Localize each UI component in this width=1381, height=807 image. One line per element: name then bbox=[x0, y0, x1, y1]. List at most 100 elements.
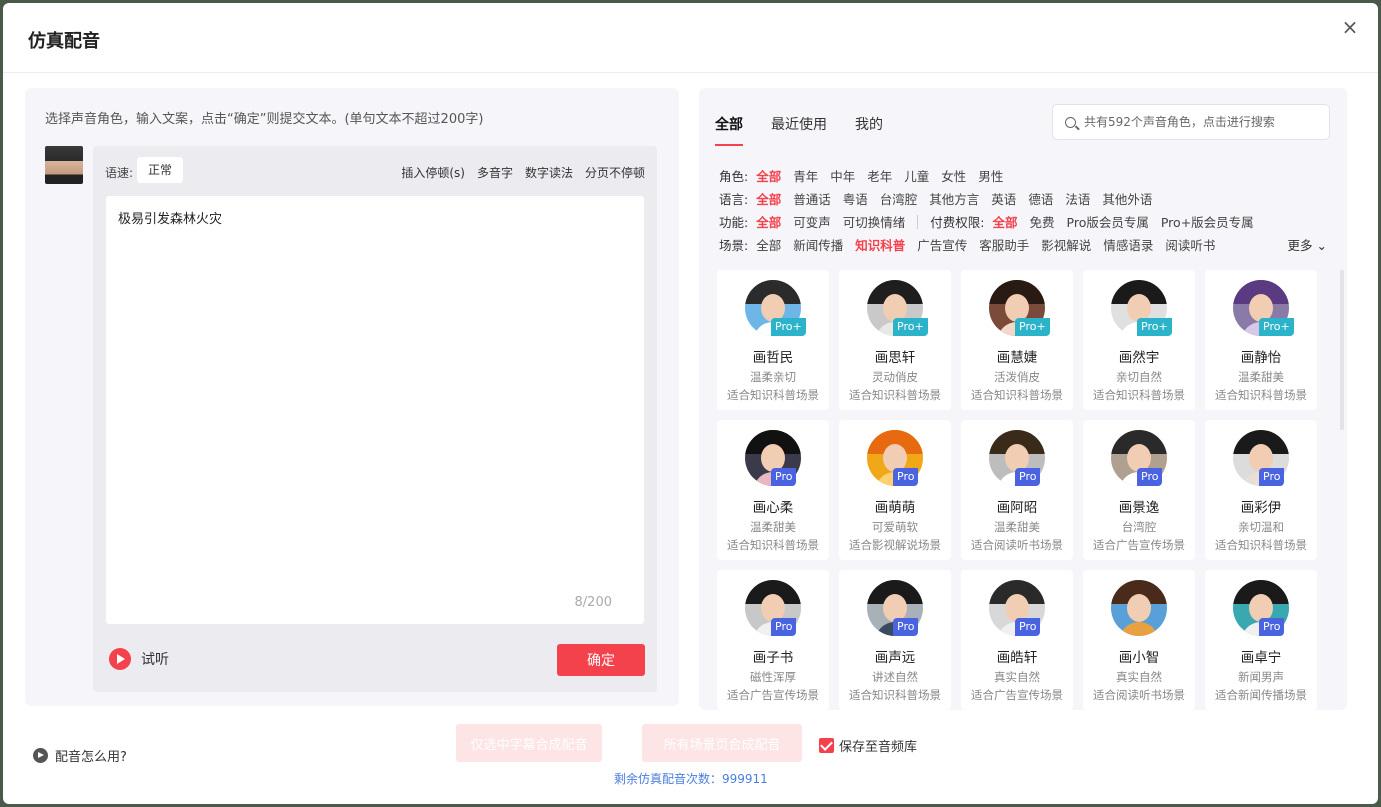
filter-option[interactable]: 粤语 bbox=[843, 189, 868, 208]
voice-card[interactable]: Pro 画卓宁 新闻男声 适合新闻传播场景 bbox=[1205, 570, 1317, 710]
voice-scene: 适合广告宣传场景 bbox=[727, 688, 819, 702]
filter-option[interactable]: 全部 bbox=[756, 235, 781, 254]
voice-card[interactable]: Pro 画皓轩 真实自然 适合广告宣传场景 bbox=[961, 570, 1073, 710]
voice-card[interactable]: Pro+ 画然宇 亲切自然 适合知识科普场景 bbox=[1083, 270, 1195, 410]
confirm-button[interactable]: 确定 bbox=[557, 644, 645, 676]
pro-badge: Pro bbox=[893, 468, 919, 486]
tab-mine[interactable]: 我的 bbox=[855, 114, 883, 146]
filter-option[interactable]: 台湾腔 bbox=[880, 189, 918, 208]
filter-option[interactable]: 其他方言 bbox=[929, 189, 979, 208]
voice-name: 画慧婕 bbox=[996, 350, 1038, 366]
filter-option[interactable]: 全部 bbox=[756, 212, 781, 231]
filter-label: 语言: bbox=[719, 192, 749, 207]
editor-box: 语速: 正常 插入停顿(s) 多音字 数字读法 分页不停顿 极易引发森林火灾 8… bbox=[93, 146, 657, 692]
filter-option[interactable]: 情感语录 bbox=[1103, 235, 1153, 254]
voice-style: 台湾腔 bbox=[1121, 520, 1157, 534]
chevron-down-icon: ⌄ bbox=[1316, 238, 1327, 253]
voice-name: 画子书 bbox=[752, 650, 794, 666]
voice-name: 画萌萌 bbox=[874, 500, 916, 516]
filter-option[interactable]: 广告宣传 bbox=[917, 235, 967, 254]
voice-card[interactable]: Pro 画声远 讲述自然 适合知识科普场景 bbox=[839, 570, 951, 710]
listen-button[interactable]: 试听 bbox=[109, 648, 169, 670]
help-link[interactable]: 配音怎么用? bbox=[33, 746, 127, 765]
pro-badge: Pro bbox=[1259, 618, 1285, 636]
avatar-body bbox=[1119, 622, 1159, 636]
filter-option[interactable]: 儿童 bbox=[904, 166, 929, 185]
voice-name: 画心柔 bbox=[752, 500, 794, 516]
tab-all[interactable]: 全部 bbox=[715, 114, 743, 146]
filter-option[interactable]: 客服助手 bbox=[979, 235, 1029, 254]
voice-style: 活泼俏皮 bbox=[994, 370, 1040, 384]
speaker-avatar[interactable] bbox=[45, 146, 83, 184]
filter-option[interactable]: 可变声 bbox=[793, 212, 831, 231]
insert-pause-button[interactable]: 插入停顿(s) bbox=[401, 164, 465, 181]
synthesize-selected-button[interactable]: 仅选中字幕合成配音 bbox=[456, 724, 602, 762]
voice-style: 真实自然 bbox=[994, 670, 1040, 684]
close-icon[interactable]: × bbox=[1338, 15, 1362, 39]
filter-row-scene: 场景: 全部 新闻传播 知识科普 广告宣传 客服助手 影视解说 情感语录 阅读听… bbox=[719, 233, 1331, 256]
voice-card[interactable]: Pro 画萌萌 可爱萌软 适合影视解说场景 bbox=[839, 420, 951, 560]
pro-badge: Pro bbox=[893, 618, 919, 636]
filter-option[interactable]: Pro+版会员专属 bbox=[1161, 212, 1254, 231]
filter-option[interactable]: 中年 bbox=[830, 166, 855, 185]
voice-card[interactable]: Pro+ 画慧婕 活泼俏皮 适合知识科普场景 bbox=[961, 270, 1073, 410]
no-page-pause-button[interactable]: 分页不停顿 bbox=[585, 164, 645, 181]
filter-option[interactable]: 男性 bbox=[978, 166, 1003, 185]
voice-style: 新闻男声 bbox=[1238, 670, 1284, 684]
voice-card[interactable]: Pro+ 画静怡 温柔甜美 适合知识科普场景 bbox=[1205, 270, 1317, 410]
number-reading-button[interactable]: 数字读法 bbox=[525, 164, 573, 181]
filter-option[interactable]: 全部 bbox=[756, 189, 781, 208]
voice-scene: 适合知识科普场景 bbox=[1215, 538, 1307, 552]
voice-card[interactable]: Pro 画子书 磁性浑厚 适合广告宣传场景 bbox=[717, 570, 829, 710]
filter-option[interactable]: Pro版会员专属 bbox=[1067, 212, 1149, 231]
pro-badge: Pro bbox=[1259, 468, 1285, 486]
voice-style: 温柔甜美 bbox=[1238, 370, 1284, 384]
filter-option[interactable]: 普通话 bbox=[793, 189, 831, 208]
save-label: 保存至音频库 bbox=[839, 740, 918, 755]
more-label: 更多 bbox=[1287, 238, 1313, 253]
filter-option[interactable]: 全部 bbox=[756, 166, 781, 185]
search-input[interactable] bbox=[1084, 115, 1324, 129]
more-filters-button[interactable]: 更多 ⌄ bbox=[1288, 235, 1327, 254]
voice-card[interactable]: Pro+ 画哲民 温柔亲切 适合知识科普场景 bbox=[717, 270, 829, 410]
filter-option[interactable]: 德语 bbox=[1028, 189, 1053, 208]
scrollbar[interactable] bbox=[1340, 270, 1344, 430]
voice-style: 讲述自然 bbox=[872, 670, 918, 684]
modal-header: 仿真配音 × bbox=[3, 3, 1378, 73]
remaining-count: 剩余仿真配音次数：999911 bbox=[614, 772, 768, 786]
filter-option[interactable]: 阅读听书 bbox=[1165, 235, 1215, 254]
filter-option[interactable]: 可切换情绪 bbox=[843, 212, 906, 231]
voice-card[interactable]: Pro 画景逸 台湾腔 适合广告宣传场景 bbox=[1083, 420, 1195, 560]
filter-option[interactable]: 知识科普 bbox=[855, 235, 905, 254]
voice-card[interactable]: Pro 画心柔 温柔甜美 适合知识科普场景 bbox=[717, 420, 829, 560]
voice-grid: Pro+ 画哲民 温柔亲切 适合知识科普场景 Pro+ 画思轩 灵动俏皮 适合知识科普场景 Pr… bbox=[717, 270, 1321, 710]
filter-option[interactable]: 全部 bbox=[992, 212, 1017, 231]
checkbox-checked-icon bbox=[819, 738, 834, 753]
filter-option[interactable]: 影视解说 bbox=[1041, 235, 1091, 254]
script-text: 极易引发森林火灾 bbox=[118, 212, 223, 227]
save-to-library-checkbox[interactable]: 保存至音频库 bbox=[819, 736, 917, 755]
voice-card[interactable]: 画小智 真实自然 适合阅读听书场景 bbox=[1083, 570, 1195, 710]
voice-scene: 适合知识科普场景 bbox=[727, 538, 819, 552]
filter-option[interactable]: 英语 bbox=[991, 189, 1016, 208]
filter-option[interactable]: 女性 bbox=[941, 166, 966, 185]
voice-scene: 适合阅读听书场景 bbox=[971, 538, 1063, 552]
filter-option[interactable]: 法语 bbox=[1065, 189, 1090, 208]
filter-option[interactable]: 其他外语 bbox=[1102, 189, 1152, 208]
speed-select[interactable]: 正常 bbox=[137, 157, 184, 183]
filter-option[interactable]: 青年 bbox=[793, 166, 818, 185]
tab-recent[interactable]: 最近使用 bbox=[771, 114, 827, 146]
filter-option[interactable]: 免费 bbox=[1030, 212, 1055, 231]
voice-card[interactable]: Pro 画彩伊 亲切温和 适合知识科普场景 bbox=[1205, 420, 1317, 560]
filter-option[interactable]: 老年 bbox=[867, 166, 892, 185]
avatar-face bbox=[1127, 594, 1151, 622]
pro-badge: Pro+ bbox=[1137, 318, 1172, 336]
polyphone-button[interactable]: 多音字 bbox=[477, 164, 513, 181]
voice-card[interactable]: Pro+ 画思轩 灵动俏皮 适合知识科普场景 bbox=[839, 270, 951, 410]
filter-option[interactable]: 新闻传播 bbox=[793, 235, 843, 254]
voice-card[interactable]: Pro 画阿昭 温柔甜美 适合阅读听书场景 bbox=[961, 420, 1073, 560]
script-textarea[interactable]: 极易引发森林火灾 8/200 bbox=[106, 196, 644, 624]
synthesize-all-button[interactable]: 所有场景页合成配音 bbox=[642, 724, 802, 762]
filter-label: 角色: bbox=[719, 169, 749, 184]
pro-badge: Pro bbox=[771, 618, 797, 636]
